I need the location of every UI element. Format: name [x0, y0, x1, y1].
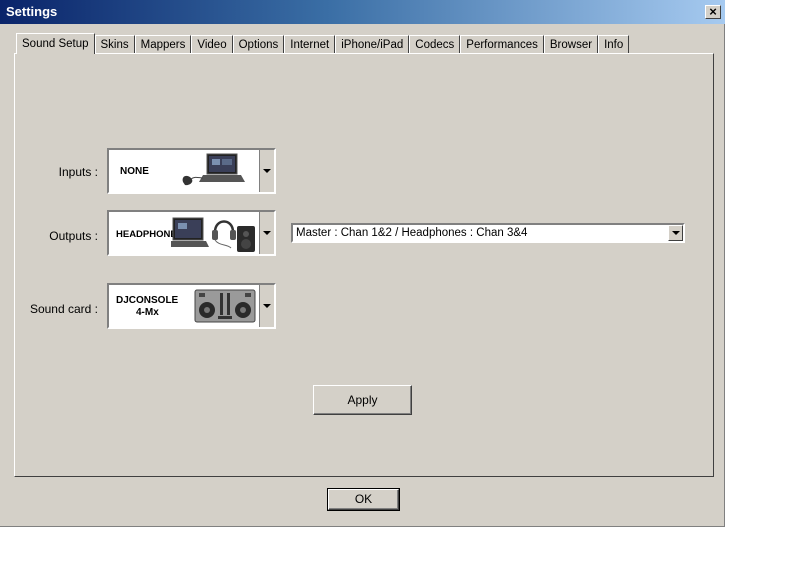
outputs-dropdown-arrow[interactable]	[259, 212, 274, 254]
tab-video[interactable]: Video	[191, 35, 233, 53]
tab-internet[interactable]: Internet	[284, 35, 336, 53]
close-button[interactable]: ×	[705, 5, 721, 19]
chevron-down-icon	[263, 231, 271, 235]
ok-button[interactable]: OK	[327, 488, 400, 511]
window-title: Settings	[6, 4, 58, 19]
outputs-picker[interactable]: HEADPHONES	[107, 210, 276, 256]
inputs-picker[interactable]: NONE	[107, 148, 276, 194]
tab-codecs[interactable]: Codecs	[409, 35, 461, 53]
title-bar[interactable]: Settings ×	[0, 0, 725, 24]
output-routing-dropdown-arrow[interactable]	[668, 225, 683, 241]
inputs-value: NONE	[120, 166, 149, 177]
output-routing-value: Master : Chan 1&2 / Headphones : Chan 3&…	[296, 227, 528, 239]
tab-browser[interactable]: Browser	[543, 35, 599, 53]
inputs-dropdown-arrow[interactable]	[259, 150, 274, 192]
chevron-down-icon	[263, 304, 271, 308]
sound-card-picker[interactable]: DJCONSOLE 4-Mx	[107, 283, 276, 329]
output-routing-select[interactable]: Master : Chan 1&2 / Headphones : Chan 3&…	[291, 223, 685, 243]
sound-card-dropdown-arrow[interactable]	[259, 285, 274, 327]
tab-bar: Sound Setup Skins Mappers Video Options …	[16, 33, 630, 54]
tab-performances[interactable]: Performances	[460, 35, 544, 53]
tab-mappers[interactable]: Mappers	[134, 35, 192, 53]
tab-skins[interactable]: Skins	[94, 35, 135, 53]
tab-info[interactable]: Info	[598, 35, 630, 53]
tab-options[interactable]: Options	[232, 35, 285, 53]
sound-card-label: Sound card :	[29, 302, 98, 316]
outputs-label: Outputs :	[49, 229, 98, 243]
chevron-down-icon	[263, 169, 271, 173]
laptop-headphones-speaker-icon	[171, 217, 255, 252]
sound-card-value-line2: 4-Mx	[136, 307, 159, 318]
tab-sound-setup[interactable]: Sound Setup	[16, 33, 95, 54]
sound-card-value-line1: DJCONSOLE	[116, 295, 179, 306]
apply-button[interactable]: Apply	[313, 385, 412, 415]
laptop-mouse-icon	[182, 153, 245, 186]
chevron-down-icon	[672, 231, 680, 235]
inputs-label: Inputs :	[58, 165, 98, 179]
dj-controller-icon	[194, 289, 256, 323]
settings-window: Settings × Sound Setup Skins Mappers Vid…	[0, 0, 725, 527]
tab-iphone-ipad[interactable]: iPhone/iPad	[335, 35, 410, 53]
